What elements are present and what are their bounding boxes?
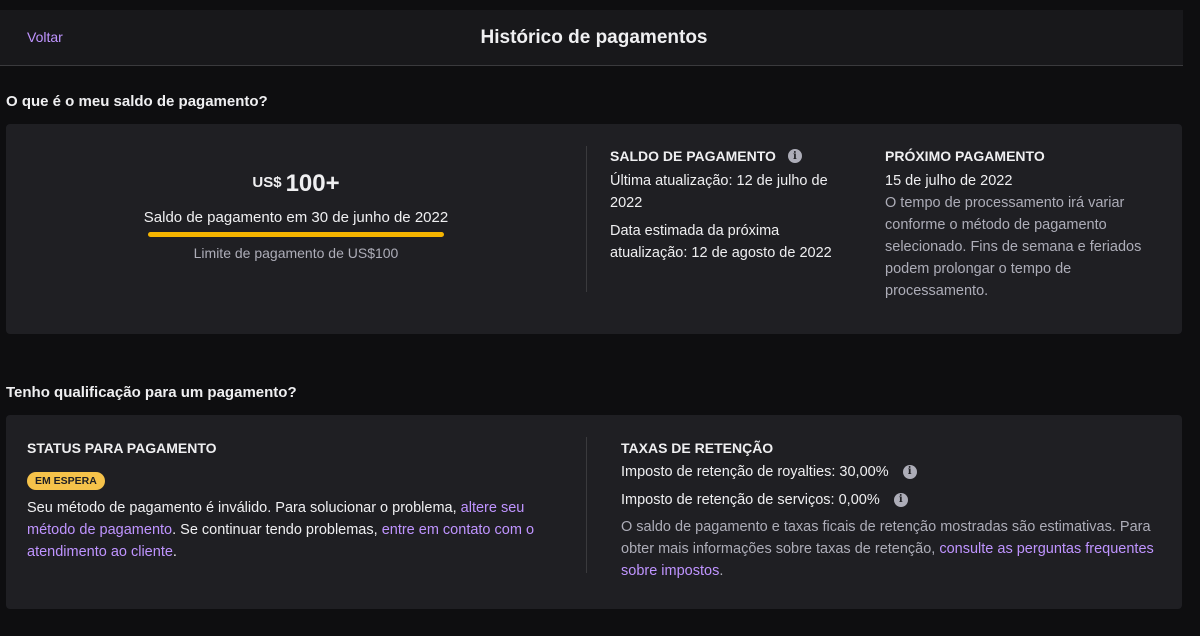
balance-section-heading: O que é o meu saldo de pagamento? [6, 93, 268, 110]
services-tax-text: Imposto de retenção de serviços: 0,00% [621, 492, 880, 508]
balance-amount: US$ 100+ [6, 170, 586, 198]
payout-balance-title-row: SALDO DE PAGAMENTO i [610, 148, 860, 164]
status-text-1: Seu método de pagamento é inválido. Para… [27, 500, 461, 516]
balance-progress-bar [148, 232, 444, 237]
withholding-title: TAXAS DE RETENÇÃO [621, 440, 774, 456]
withholding-note-end: . [719, 563, 724, 579]
balance-card: US$ 100+ Saldo de pagamento em 30 de junh… [6, 124, 1182, 334]
payout-status-title: STATUS PARA PAGAMENTO [27, 440, 217, 456]
balance-value: 100+ [285, 170, 340, 197]
info-icon[interactable]: i [787, 149, 802, 163]
next-payout-column: PRÓXIMO PAGAMENTO 15 de julho de 2022 O … [885, 148, 1165, 302]
next-payout-date: 15 de julho de 2022 [885, 173, 1013, 189]
status-badge-row: EM ESPERA [27, 471, 572, 490]
eligibility-card: STATUS PARA PAGAMENTO EM ESPERA Seu méto… [6, 415, 1182, 609]
payout-balance-column: SALDO DE PAGAMENTO i Última atualização:… [610, 148, 860, 264]
next-payout-title: PRÓXIMO PAGAMENTO [885, 148, 1045, 164]
status-text-3: . [172, 544, 177, 560]
payout-status-column: STATUS PARA PAGAMENTO EM ESPERA Seu méto… [27, 440, 572, 563]
status-badge: EM ESPERA [27, 472, 105, 490]
services-tax-row: Imposto de retenção de serviços: 0,00% i [621, 489, 1166, 511]
page-title: Histórico de pagamentos [480, 27, 708, 48]
royalty-tax-text: Imposto de retenção de royalties: 30,00% [621, 464, 889, 480]
status-text-2: . Se continuar tendo problemas, [172, 522, 382, 538]
withholding-note: O saldo de pagamento e taxas ficais de r… [621, 516, 1166, 582]
top-bar: Voltar Histórico de pagamentos [0, 10, 1183, 66]
card-divider [586, 437, 587, 573]
next-payout-note: O tempo de processamento irá variar conf… [885, 195, 1142, 299]
withholding-column: TAXAS DE RETENÇÃO Imposto de retenção de… [621, 440, 1166, 582]
status-message: Seu método de pagamento é inválido. Para… [27, 497, 572, 563]
info-icon[interactable]: i [902, 465, 917, 479]
card-divider [586, 146, 587, 292]
balance-summary: US$ 100+ Saldo de pagamento em 30 de junh… [6, 170, 586, 261]
payout-balance-title: SALDO DE PAGAMENTO [610, 148, 776, 164]
last-update-text: Última atualização: 12 de julho de 2022 [610, 173, 828, 211]
balance-currency: US$ [252, 174, 282, 191]
balance-caption: Saldo de pagamento em 30 de junho de 202… [143, 209, 449, 226]
info-icon[interactable]: i [893, 493, 908, 507]
royalty-tax-row: Imposto de retenção de royalties: 30,00%… [621, 461, 1166, 483]
payout-limit: Limite de pagamento de US$100 [193, 245, 399, 261]
eligibility-section-heading: Tenho qualificação para um pagamento? [6, 384, 297, 401]
next-update-text: Data estimada da próxima atualização: 12… [610, 223, 832, 261]
